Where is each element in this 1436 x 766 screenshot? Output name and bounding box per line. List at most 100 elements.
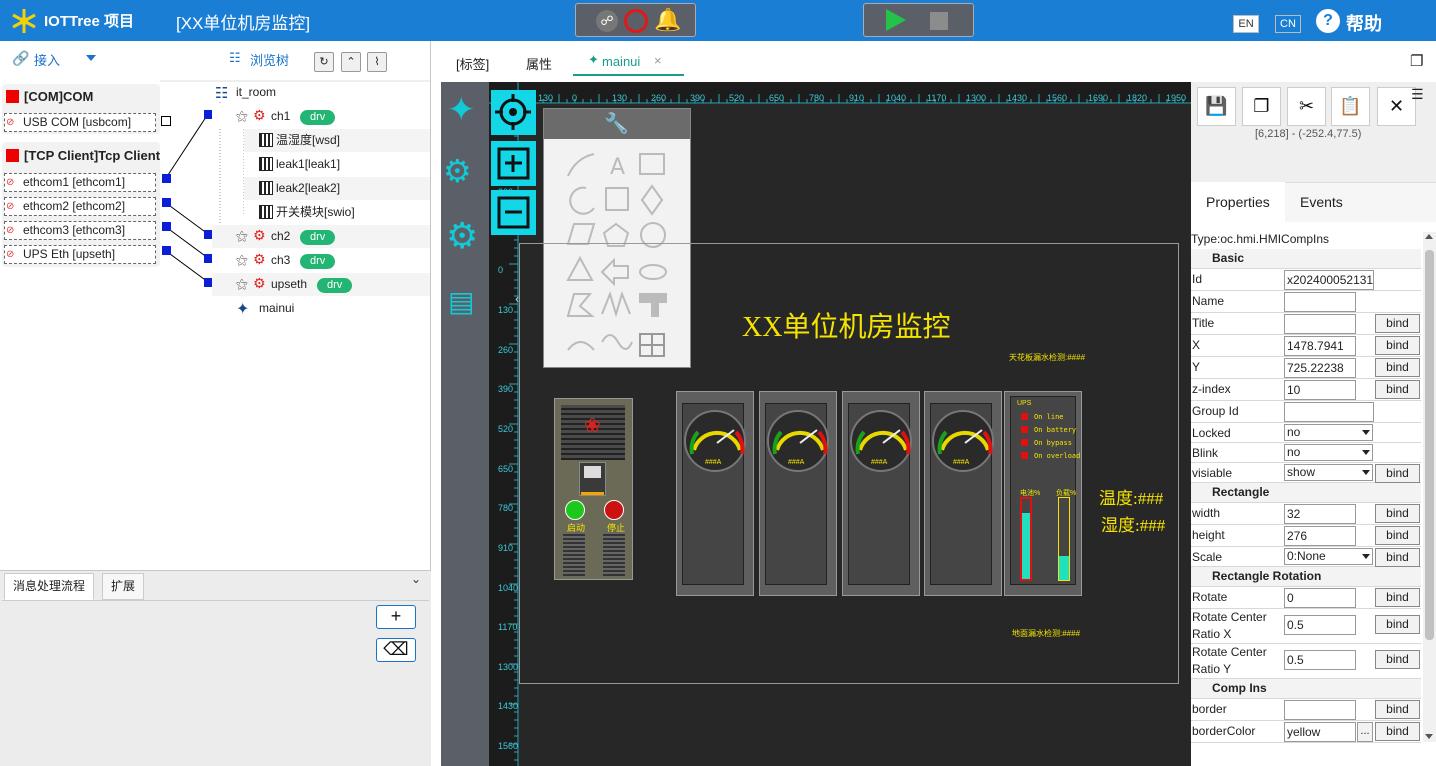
stop-button[interactable] [604,500,624,520]
property-row: Rotate Center Ratio X 0.5 bind [1191,609,1421,644]
import-flow-button[interactable]: ⌫ [376,638,416,662]
chevron-down-icon[interactable] [1362,470,1370,475]
wrench-icon[interactable]: 🔧 [604,111,629,136]
help-icon[interactable]: ? [1316,9,1340,33]
chart-icon[interactable]: ▤ [448,285,474,318]
share-icon[interactable]: ☍ [596,10,618,32]
tree-root[interactable]: it_room [236,81,276,104]
lang-en-button[interactable]: EN [1233,15,1259,33]
property-input[interactable]: 0 [1284,588,1356,608]
property-select[interactable]: show [1284,464,1373,481]
property-section: Rectangle Rotation [1191,567,1421,587]
property-input[interactable]: yellow [1284,722,1356,742]
gear-icon[interactable]: ⚙ [446,215,478,257]
property-select[interactable]: 0:None [1284,548,1373,565]
gear-icon: ⚙ [253,251,266,267]
property-label: Blink [1192,446,1219,460]
svg-text:A: A [610,155,625,180]
ac-grille [603,532,625,576]
cut-button[interactable]: ✂ [1287,87,1326,126]
bind-button[interactable]: bind [1375,336,1420,355]
device-icon [259,205,273,219]
connector-port[interactable] [162,174,171,183]
scrollbar-thumb[interactable] [1425,250,1434,640]
property-select[interactable]: no [1284,444,1373,461]
ruler-label: 910 [849,93,865,103]
property-label: border [1192,702,1227,716]
close-tab-icon[interactable]: × [654,53,662,68]
tab-extension[interactable]: 扩展 [102,573,145,600]
paste-button[interactable]: 📋 [1331,87,1370,126]
tab-properties-label[interactable]: Properties [1206,194,1270,210]
property-input[interactable]: 1478.7941 [1284,336,1356,356]
property-input[interactable]: 0.5 [1284,615,1356,635]
property-input[interactable]: 10 [1284,380,1356,400]
tab-message-flow[interactable]: 消息处理流程 [4,573,95,600]
property-input[interactable] [1284,402,1374,422]
start-button[interactable] [565,500,585,520]
bind-button[interactable]: bind [1375,504,1420,523]
bind-button[interactable]: bind [1375,588,1420,607]
chevron-down-icon[interactable] [1362,450,1370,455]
property-select[interactable]: no [1284,424,1373,441]
bell-icon[interactable]: 🔔 [654,7,681,33]
puzzle-icon[interactable]: ✦ [447,90,476,130]
collapse-panel-icon[interactable]: ⌄ [411,572,421,586]
property-label: Scale [1192,550,1223,564]
menu-icon[interactable]: ☰ [1411,86,1424,103]
ruler-label: 390 [690,93,706,103]
save-button[interactable]: 💾 [1197,87,1236,126]
property-input[interactable]: 0.5 [1284,650,1356,670]
locate-button[interactable] [491,90,536,135]
bind-button[interactable]: bind [1375,722,1420,741]
channel-icon: ⚝ [236,229,248,243]
copy-button[interactable]: ❐ [1242,87,1281,126]
property-label: Name [1192,294,1225,308]
zoom-in-button[interactable] [491,141,536,186]
property-input[interactable]: x202400052131 [1284,270,1374,290]
tab-events-label[interactable]: Events [1300,194,1343,210]
property-input[interactable] [1284,700,1356,720]
chevron-down-icon[interactable] [1362,430,1370,435]
tab-mainui[interactable]: mainui [602,54,640,69]
property-row: Y 725.22238 bind [1191,357,1421,379]
tab-properties[interactable]: 属性 [526,54,552,73]
bind-button[interactable]: bind [1375,650,1420,669]
driver-badge: drv [300,109,336,125]
property-section: Basic [1191,249,1421,269]
scroll-up-icon[interactable] [1425,234,1433,239]
help-label[interactable]: 帮助 [1346,10,1382,36]
gauge-value: ###A [953,459,970,466]
bind-button[interactable]: bind [1375,615,1420,634]
lang-cn-button[interactable]: CN [1275,15,1301,33]
add-flow-button[interactable]: + [376,605,416,629]
ups-status-led [1021,452,1028,459]
bind-button[interactable]: bind [1375,700,1420,719]
windows-icon[interactable]: ❐ [1410,52,1423,70]
property-input[interactable]: 725.22238 [1284,358,1356,378]
connector-port[interactable] [162,198,171,207]
zoom-out-button[interactable] [491,190,536,235]
connector-port[interactable] [162,222,171,231]
property-input[interactable] [1284,314,1356,334]
property-input[interactable] [1284,292,1356,312]
tab-tags[interactable]: [标签] [456,54,489,73]
channel-icon: ⚝ [236,253,248,267]
ruler-label: 1170 [498,622,518,632]
chevron-down-icon[interactable] [1362,554,1370,559]
gears-icon[interactable]: ⚙ [443,152,472,190]
color-picker-button[interactable]: ... [1357,722,1373,742]
bind-button[interactable]: bind [1375,548,1420,567]
property-input[interactable]: 276 [1284,526,1356,546]
connector-port[interactable] [162,246,171,255]
bind-button[interactable]: bind [1375,380,1420,399]
play-icon[interactable] [886,9,906,31]
scroll-down-icon[interactable] [1425,734,1433,739]
bind-button[interactable]: bind [1375,314,1420,333]
bind-button[interactable]: bind [1375,464,1420,483]
bind-button[interactable]: bind [1375,526,1420,545]
refresh-icon[interactable] [624,9,648,33]
property-input[interactable]: 32 [1284,504,1356,524]
stop-icon[interactable] [930,12,948,30]
bind-button[interactable]: bind [1375,358,1420,377]
